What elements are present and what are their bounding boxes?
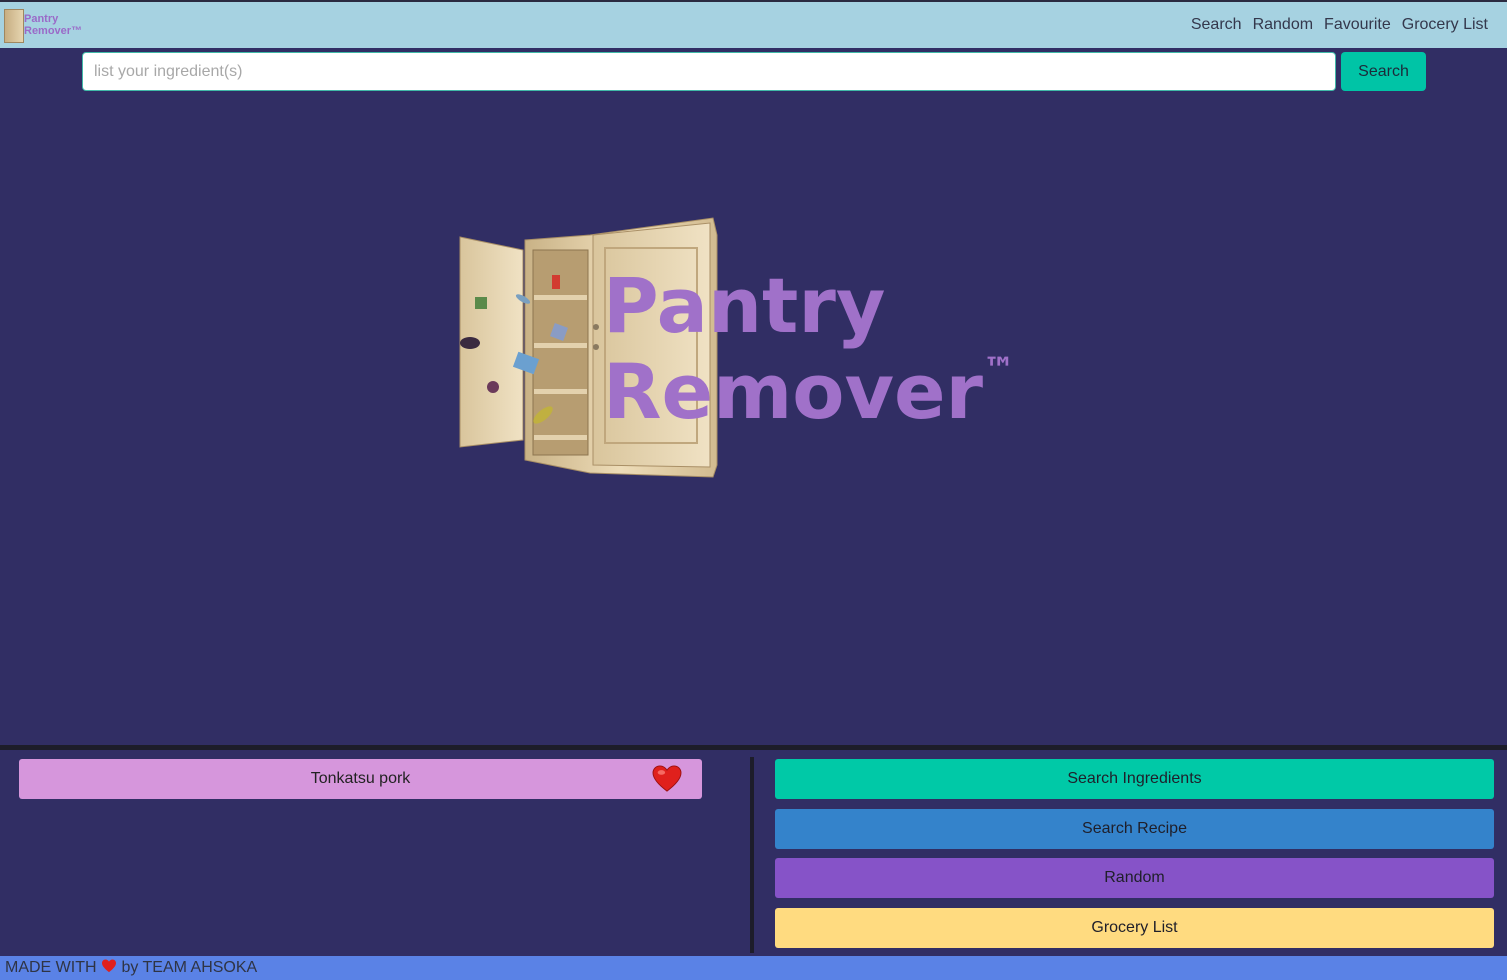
- section-divider-vertical: [750, 757, 754, 953]
- footer-made-with: MADE WITH: [5, 959, 97, 976]
- hero-logo-text: Pantry Remover™: [603, 263, 1015, 435]
- footer: MADE WITH by TEAM AHSOKA: [0, 956, 1507, 980]
- heart-icon[interactable]: [652, 765, 682, 793]
- grocery-list-button[interactable]: Grocery List: [775, 908, 1494, 948]
- search-recipe-button[interactable]: Search Recipe: [775, 809, 1494, 849]
- hero-line2: Remover™: [603, 349, 1015, 435]
- favourite-item-label: Tonkatsu pork: [310, 770, 411, 787]
- pantry-cabinet-icon: [4, 9, 24, 43]
- nav-favourite[interactable]: Favourite: [1324, 16, 1391, 34]
- hero-logo: Pantry Remover™: [455, 215, 1055, 480]
- top-navbar: Pantry Remover™ Search Random Favourite …: [0, 0, 1507, 48]
- favourite-item[interactable]: Tonkatsu pork: [19, 759, 702, 799]
- nav-grocery-list[interactable]: Grocery List: [1402, 16, 1488, 34]
- search-ingredients-button[interactable]: Search Ingredients: [775, 759, 1494, 799]
- section-divider-horizontal: [0, 745, 1507, 750]
- footer-team: by TEAM AHSOKA: [121, 959, 258, 976]
- brand-line2: Remover™: [24, 25, 83, 37]
- hero-line2-word: Remover: [603, 347, 984, 436]
- brand-line1: Pantry: [24, 13, 59, 25]
- nav-search[interactable]: Search: [1191, 16, 1242, 34]
- nav-links: Search Random Favourite Grocery List: [1191, 16, 1488, 34]
- search-button[interactable]: Search: [1341, 52, 1426, 91]
- random-button[interactable]: Random: [775, 858, 1494, 898]
- ingredient-search-input[interactable]: [82, 52, 1336, 91]
- hero-line1: Pantry: [603, 261, 886, 350]
- nav-random[interactable]: Random: [1253, 16, 1313, 34]
- brand-logo[interactable]: Pantry Remover™: [2, 6, 86, 44]
- trademark-symbol: ™: [983, 350, 1016, 388]
- footer-heart-icon: [102, 959, 116, 973]
